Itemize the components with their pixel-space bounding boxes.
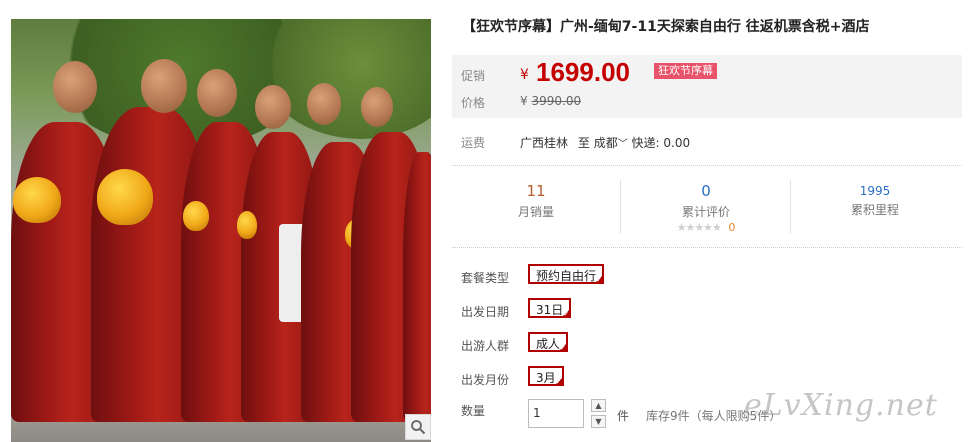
- zoom-button[interactable]: [405, 414, 431, 440]
- option-label-travelers: 出游人群: [461, 339, 510, 353]
- checkmark-icon: ✓: [563, 310, 570, 318]
- option-label-date: 出发日期: [461, 305, 510, 319]
- quantity-unit: 件: [617, 409, 630, 423]
- product-title: 【狂欢节序幕】广州-缅甸7-11天探索自由行 往返机票含税+酒店: [462, 19, 870, 35]
- monk-head: [255, 85, 291, 129]
- stat-separator: [790, 180, 791, 234]
- mileage-caption: 累积里程: [850, 203, 899, 217]
- monthly-sales-caption: 月销量: [517, 205, 554, 219]
- monk-head: [53, 61, 97, 113]
- original-price: ¥ 3990.00: [520, 94, 581, 108]
- ship-from: 广西桂林: [520, 136, 569, 150]
- destination-value: 成都: [593, 136, 618, 150]
- option-label-package: 套餐类型: [461, 271, 510, 285]
- option-value: 成人: [536, 337, 561, 351]
- quantity-label: 数量: [461, 404, 486, 418]
- option-value: 31日: [536, 303, 564, 317]
- reviews-value: 0: [701, 182, 711, 200]
- star-rating-icon: ★★★★★: [676, 221, 722, 234]
- reviews-caption: 累计评价: [681, 205, 730, 219]
- promo-price-label: 促销: [461, 69, 486, 83]
- price-panel: 促销 ¥ 1699.00 狂欢节序幕 价格 ¥ 3990.00: [452, 55, 962, 118]
- shipping-label: 运费: [461, 136, 486, 150]
- option-package-type[interactable]: 预约自由行 ✓: [528, 264, 605, 284]
- mileage-stat: 1995 累积里程: [815, 184, 935, 218]
- option-travelers[interactable]: 成人 ✓: [528, 332, 569, 352]
- currency-symbol: ¥: [520, 94, 528, 108]
- original-price-value: 3990.00: [531, 94, 582, 108]
- divider: [452, 165, 962, 166]
- rating-row: ★★★★★ 0: [646, 221, 766, 234]
- magnifier-icon: [411, 420, 426, 435]
- quantity-increase-button[interactable]: ▲: [591, 399, 606, 412]
- option-departure-date[interactable]: 31日 ✓: [528, 298, 572, 318]
- currency-symbol: ¥: [520, 67, 529, 83]
- alms-bowl: [237, 211, 257, 239]
- option-label-month: 出发月份: [461, 373, 510, 387]
- rating-count: 0: [728, 221, 736, 234]
- monthly-sales-value: 11: [526, 182, 546, 200]
- alms-bowl: [183, 201, 209, 231]
- monk-head: [307, 83, 341, 125]
- chevron-down-icon: ﹀: [617, 139, 628, 150]
- checkmark-icon: ✓: [555, 378, 562, 386]
- divider: [452, 247, 962, 248]
- alms-bowl: [13, 177, 61, 223]
- option-value: 3月: [536, 371, 556, 385]
- monk-head: [141, 59, 187, 113]
- alms-bowl: [97, 169, 153, 225]
- option-departure-month[interactable]: 3月 ✓: [528, 366, 564, 386]
- checkmark-icon: ✓: [560, 344, 567, 352]
- monk-head: [197, 69, 237, 117]
- checkmark-icon: ✓: [596, 276, 603, 284]
- stat-separator: [620, 180, 621, 234]
- quantity-input[interactable]: 1: [528, 399, 584, 428]
- mileage-value: 1995: [859, 184, 891, 198]
- promo-badge: 狂欢节序幕: [654, 63, 717, 79]
- shipping-row: 广西桂林 至 成都﹀ 快递: 0.00: [520, 134, 690, 151]
- ship-to-word: 至: [577, 136, 590, 150]
- reviews-stat[interactable]: 0 累计评价 ★★★★★ 0: [646, 182, 766, 234]
- option-value: 预约自由行: [536, 269, 597, 283]
- original-price-label: 价格: [461, 96, 486, 110]
- stock-count: 库存9件: [646, 409, 690, 423]
- express-fee: 快递: 0.00: [631, 136, 691, 150]
- product-photo[interactable]: [11, 19, 431, 442]
- destination-select[interactable]: 成都﹀: [594, 136, 632, 150]
- monk: [403, 152, 431, 422]
- quantity-decrease-button[interactable]: ▼: [591, 415, 606, 428]
- current-price: 1699.00: [536, 57, 630, 87]
- watermark: eLvXing.net: [744, 388, 938, 423]
- monthly-sales-stat: 11 月销量: [476, 182, 596, 220]
- monk-head: [361, 87, 393, 127]
